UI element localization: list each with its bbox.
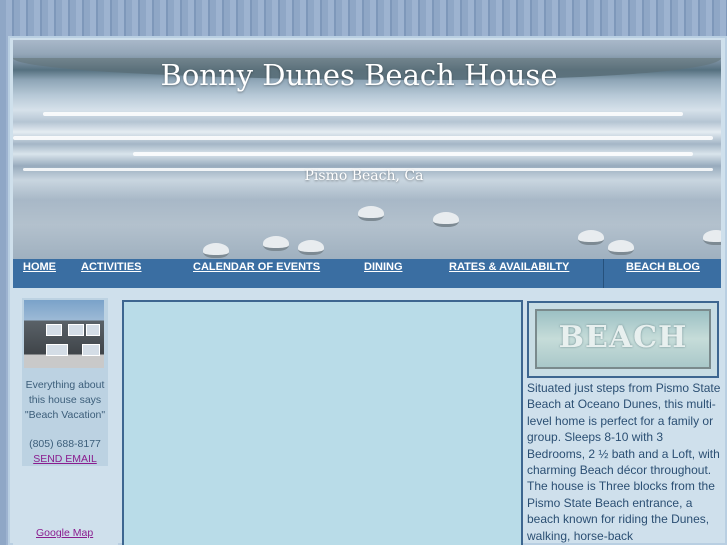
main-content-panel — [122, 300, 523, 545]
sidebar-tagline: Everything about this house says "Beach … — [24, 379, 106, 421]
wave-line — [43, 112, 683, 116]
seagull-image — [358, 206, 384, 221]
nav-rates-availability[interactable]: RATES & AVAILABILTY — [449, 261, 569, 273]
seagull-image — [263, 236, 289, 251]
beach-sign-image-box: BEACH — [527, 301, 719, 378]
nav-calendar-of-events[interactable]: CALENDAR OF EVENTS — [193, 261, 320, 273]
seagull-image — [433, 212, 459, 227]
sidebar-phone: (805) 688-8177 — [29, 438, 101, 450]
house-window — [68, 324, 84, 336]
beach-sign-image: BEACH — [535, 309, 711, 369]
house-photo — [24, 300, 104, 368]
seagull-image — [703, 230, 721, 245]
nav-activities[interactable]: ACTIVITIES — [81, 261, 142, 273]
house-window — [86, 324, 100, 336]
site-title: Bonny Dunes Beach House — [160, 58, 558, 92]
house-window — [46, 324, 62, 336]
house-window — [82, 344, 100, 356]
google-map-link[interactable]: Google Map — [36, 527, 93, 539]
house-window — [46, 344, 68, 356]
nav-divider — [603, 259, 604, 288]
send-email-link[interactable]: SEND EMAIL — [22, 453, 108, 465]
sidebar-contact-box: Everything about this house says "Beach … — [22, 298, 108, 466]
nav-beach-blog[interactable]: BEACH BLOG — [626, 261, 700, 273]
seagull-image — [298, 240, 324, 255]
seagull-image — [203, 243, 229, 258]
wave-line — [13, 136, 713, 140]
wave-line — [133, 152, 693, 156]
seagull-image — [608, 240, 634, 255]
main-nav: HOME ACTIVITIES CALENDAR OF EVENTS DININ… — [13, 259, 721, 288]
nav-dining[interactable]: DINING — [364, 261, 403, 273]
property-description: Situated just steps from Pismo State Bea… — [527, 381, 721, 543]
nav-home[interactable]: HOME — [23, 261, 56, 273]
seagull-image — [578, 230, 604, 245]
site-subtitle: Pismo Beach, Ca — [304, 168, 424, 184]
